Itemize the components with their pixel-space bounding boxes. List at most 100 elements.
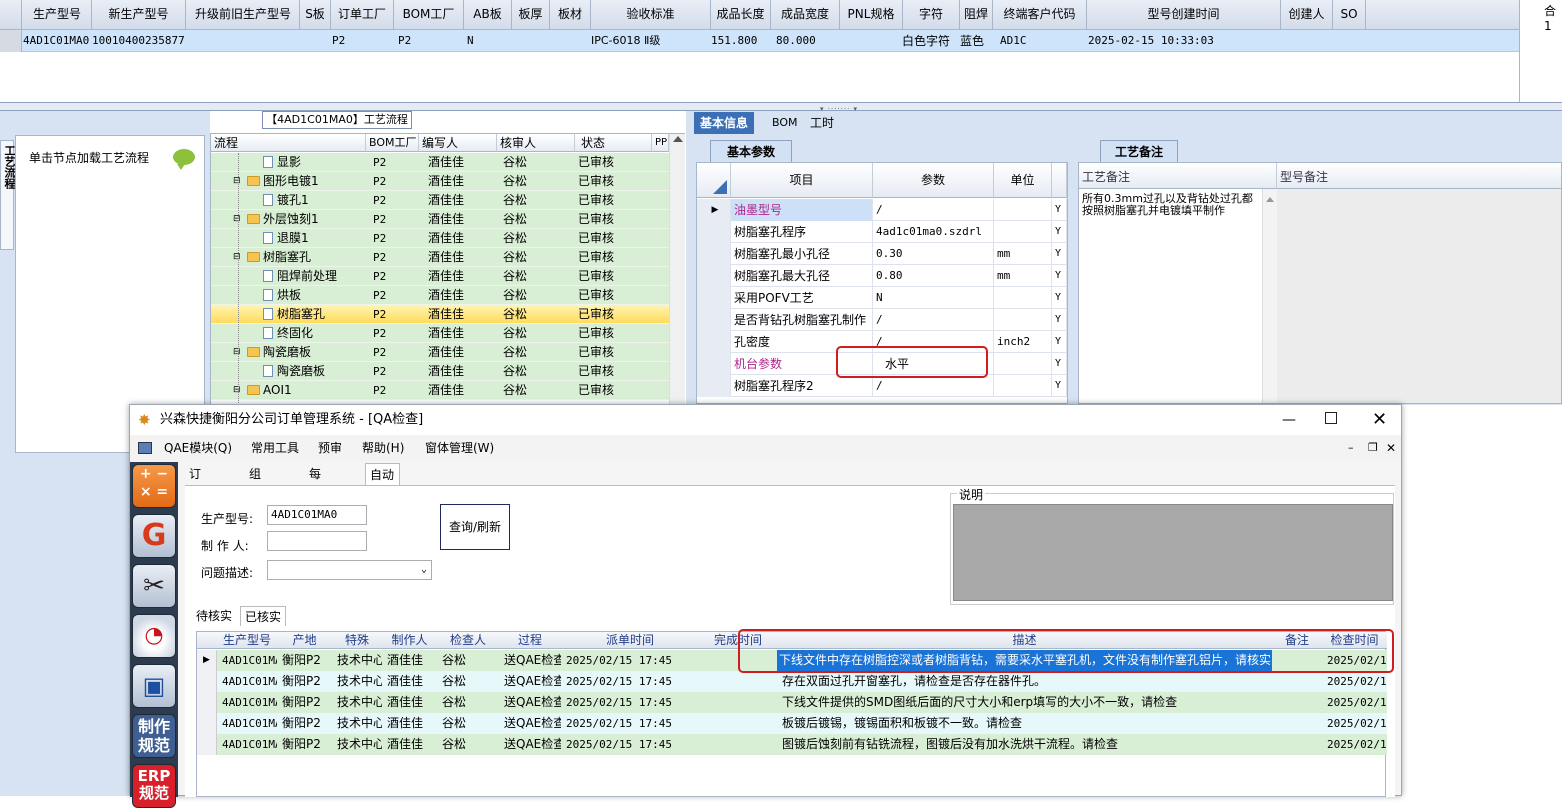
qa-cell-note[interactable]: [1277, 692, 1322, 713]
process-reviewer-cell[interactable]: 谷松: [503, 305, 563, 324]
process-status-cell[interactable]: 已审核: [578, 191, 638, 210]
process-name-cell[interactable]: AOI1: [247, 381, 377, 400]
model-grid-col[interactable]: SO: [1333, 0, 1366, 30]
process-status-cell[interactable]: 已审核: [578, 248, 638, 267]
process-status-cell[interactable]: 已审核: [578, 267, 638, 286]
qa-cell-maker[interactable]: 酒佳佳: [387, 713, 437, 734]
splitter[interactable]: ▾ ······· ▾: [0, 102, 1562, 113]
qa-cell-dispatch[interactable]: 2025/02/15 17:45: [566, 713, 699, 734]
process-status-cell[interactable]: 已审核: [578, 286, 638, 305]
param-row[interactable]: 采用POFV工艺 N Y: [697, 287, 1067, 309]
process-writer-cell[interactable]: 酒佳佳: [428, 362, 488, 381]
process-status-cell[interactable]: 已审核: [578, 324, 638, 343]
model-grid-col[interactable]: 升级前旧生产型号: [187, 0, 300, 30]
menu-prereview[interactable]: 预审: [318, 435, 342, 461]
process-status-cell[interactable]: 已审核: [578, 305, 638, 324]
process-status-cell[interactable]: 已审核: [578, 381, 638, 400]
model-grid-row[interactable]: 4AD1C01MA0 10010400235877 P2 P2 N IPC-60…: [0, 30, 1520, 52]
process-bom-cell[interactable]: P2: [373, 229, 413, 248]
model-grid-col[interactable]: 新生产型号: [92, 0, 186, 30]
process-bom-cell[interactable]: P2: [373, 381, 413, 400]
qa-cell-done[interactable]: [704, 692, 777, 713]
qa-grid-row[interactable]: 4AD1C01MA0衡阳P2技术中心酒佳佳谷松送QAE检查2025/02/15 …: [197, 671, 1387, 692]
process-status-cell[interactable]: 已审核: [578, 172, 638, 191]
model-grid-col[interactable]: 型号创建时间: [1087, 0, 1281, 30]
qa-cell-maker[interactable]: 酒佳佳: [387, 650, 437, 671]
qa-cell-special[interactable]: 技术中心: [337, 713, 382, 734]
model-grid-col[interactable]: 创建人: [1281, 0, 1333, 30]
tab-basic-info[interactable]: 基本信息: [694, 112, 755, 134]
qa-cell-model[interactable]: 4AD1C01MA0: [222, 713, 277, 734]
process-bom-cell[interactable]: P2: [373, 267, 413, 286]
param-value-cell[interactable]: 0.30: [873, 243, 994, 265]
param-item-cell[interactable]: 树脂塞孔最大孔径: [731, 265, 873, 287]
qa-cell-desc[interactable]: 板镀后镀锡，镀锡面积和板镀不一致。请检查: [782, 713, 1272, 734]
model-grid-col[interactable]: 终端客户代码: [993, 0, 1087, 30]
param-row[interactable]: 树脂塞孔最小孔径 0.30 mm Y: [697, 243, 1067, 265]
process-bom-cell[interactable]: P2: [373, 286, 413, 305]
process-col-bom[interactable]: BOM工厂: [366, 134, 419, 152]
params-col-unit[interactable]: 单位: [994, 163, 1052, 198]
qa-cell-dispatch[interactable]: 2025/02/15 17:45: [566, 650, 699, 671]
process-writer-cell[interactable]: 酒佳佳: [428, 305, 488, 324]
process-reviewer-cell[interactable]: 谷松: [503, 324, 563, 343]
qa-cell-desc[interactable]: 存在双面过孔开窗塞孔，请检查是否存在器件孔。: [782, 671, 1272, 692]
param-unit-cell[interactable]: mm: [994, 243, 1052, 265]
cell-width[interactable]: 80.000: [776, 30, 836, 52]
scroll-up-icon[interactable]: [673, 136, 683, 142]
process-row[interactable]: 陶瓷磨板 P2 酒佳佳 谷松 已审核: [211, 362, 669, 381]
model-input[interactable]: 4AD1C01MA0: [267, 505, 367, 525]
model-grid-col[interactable]: 板材: [550, 0, 591, 30]
remarks-scrollbar[interactable]: [1262, 189, 1277, 403]
process-name-cell[interactable]: 外层蚀刻1: [247, 210, 377, 229]
qa-grid-col[interactable]: 派单时间: [561, 632, 699, 649]
process-bom-cell[interactable]: P2: [373, 305, 413, 324]
qa-cell-special[interactable]: 技术中心: [337, 671, 382, 692]
cell-created[interactable]: 2025-02-15 10:33:03: [1088, 30, 1248, 52]
menu-app-icon[interactable]: [138, 442, 152, 454]
process-bom-cell[interactable]: P2: [373, 191, 413, 210]
param-item-cell[interactable]: 采用POFV工艺: [731, 287, 873, 309]
qa-grid-row[interactable]: 4AD1C01MA0衡阳P2技术中心酒佳佳谷松送QAE检查2025/02/15 …: [197, 713, 1387, 734]
param-item-cell[interactable]: 树脂塞孔程序: [731, 221, 873, 243]
process-bom-cell[interactable]: P2: [373, 210, 413, 229]
qa-cell-maker[interactable]: 酒佳佳: [387, 692, 437, 713]
mdi-restore-icon[interactable]: ❐: [1368, 435, 1378, 461]
params-col-param[interactable]: 参数: [873, 163, 994, 198]
qa-cell-process[interactable]: 送QAE检查: [504, 692, 561, 713]
g-logo-icon[interactable]: G: [132, 514, 176, 558]
menu-window[interactable]: 窗体管理(W): [425, 435, 494, 461]
menu-tools[interactable]: 常用工具: [251, 435, 299, 461]
mdi-close-icon[interactable]: ✕: [1386, 435, 1396, 461]
process-reviewer-cell[interactable]: 谷松: [503, 153, 563, 172]
process-col-writer[interactable]: 编写人: [419, 134, 497, 152]
cell-customer[interactable]: AD1C: [1000, 30, 1050, 52]
process-reviewer-cell[interactable]: 谷松: [503, 267, 563, 286]
process-writer-cell[interactable]: 酒佳佳: [428, 172, 488, 191]
calculator-icon[interactable]: + − × =: [132, 464, 176, 508]
subtab-basic-params[interactable]: 基本参数: [710, 140, 792, 162]
qa-cell-checker[interactable]: 谷松: [442, 713, 499, 734]
process-status-cell[interactable]: 已审核: [578, 229, 638, 248]
process-bom-cell[interactable]: P2: [373, 343, 413, 362]
qa-cell-note[interactable]: [1277, 734, 1322, 755]
tab-member-status[interactable]: 组员状态: [245, 463, 265, 547]
cell-solder[interactable]: 蓝色: [960, 30, 995, 52]
menu-qae[interactable]: QAE模块(Q): [164, 435, 232, 461]
qa-cell-model[interactable]: 4AD1C01MA0: [222, 671, 277, 692]
process-reviewer-cell[interactable]: 谷松: [503, 172, 563, 191]
model-remarks-box[interactable]: [1277, 189, 1561, 403]
process-writer-cell[interactable]: 酒佳佳: [428, 210, 488, 229]
issue-select[interactable]: ⌄: [267, 560, 432, 580]
qa-cell-done[interactable]: [704, 671, 777, 692]
qa-cell-checked[interactable]: 2025/02/16: [1327, 713, 1387, 734]
expand-minus-icon[interactable]: ⊟: [233, 381, 241, 400]
qa-cell-note[interactable]: [1277, 713, 1322, 734]
param-item-cell[interactable]: 是否背钻孔树脂塞孔制作: [731, 309, 873, 331]
process-row[interactable]: ⊟ 陶瓷磨板 P2 酒佳佳 谷松 已审核: [211, 343, 669, 362]
param-item-cell[interactable]: 油墨型号: [731, 199, 873, 221]
cell-standard[interactable]: IPC-6018 Ⅱ级: [591, 30, 686, 52]
qa-cell-checker[interactable]: 谷松: [442, 650, 499, 671]
mdi-minimize-icon[interactable]: –: [1348, 435, 1354, 461]
process-writer-cell[interactable]: 酒佳佳: [428, 248, 488, 267]
